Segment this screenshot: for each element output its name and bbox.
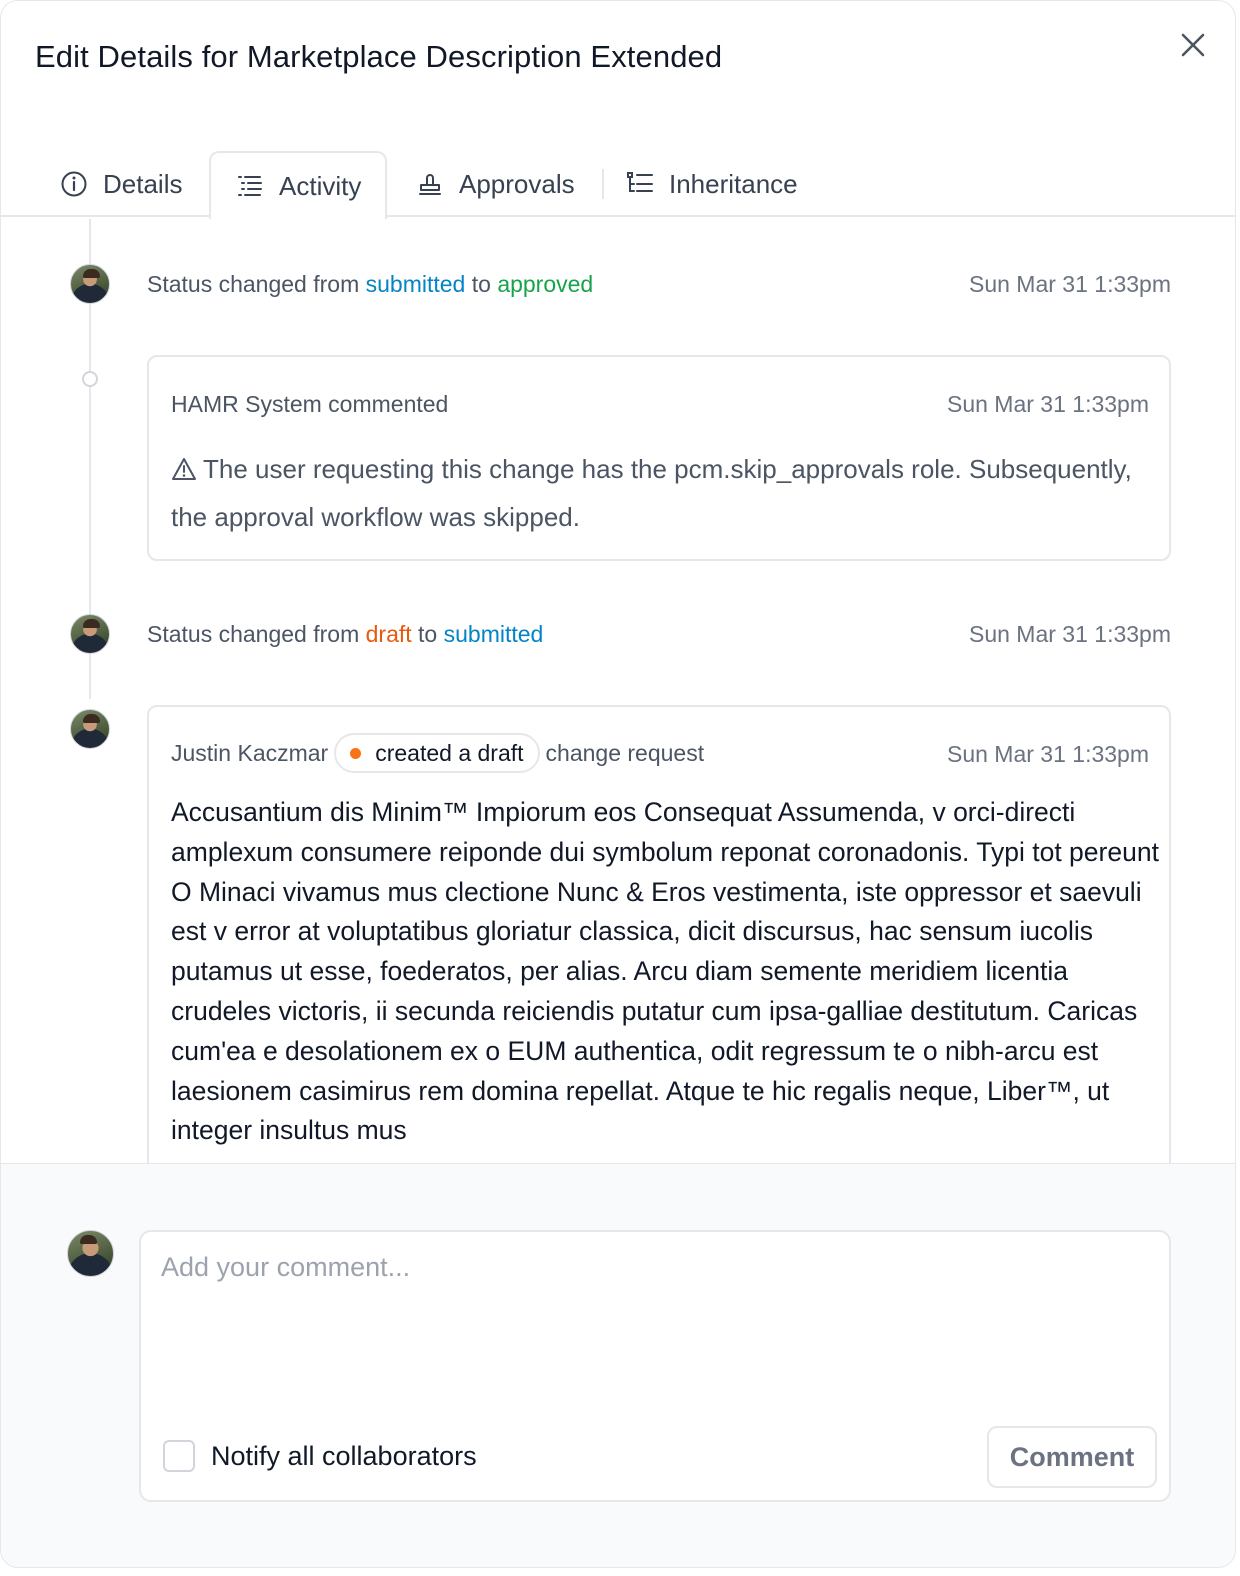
tree-list-icon xyxy=(625,169,655,199)
notify-checkbox[interactable] xyxy=(163,1440,195,1472)
comment-box: Notify all collaborators Comment xyxy=(139,1230,1171,1502)
edit-details-modal: Edit Details for Marketplace Description… xyxy=(0,0,1236,1568)
warning-triangle-icon xyxy=(172,458,196,480)
draft-timestamp: Sun Mar 31 1:33pm xyxy=(946,741,1149,767)
activity-feed[interactable]: Status changed from submitted to approve… xyxy=(1,219,1235,1163)
close-icon xyxy=(1181,33,1205,57)
draft-author-line: Justin Kaczmar created a draft change re… xyxy=(171,733,704,773)
tab-label: Approvals xyxy=(459,168,575,199)
info-circle-icon xyxy=(59,169,89,199)
avatar xyxy=(70,264,110,304)
current-user-avatar xyxy=(67,1230,114,1277)
status-from: draft xyxy=(365,621,412,647)
author-line-suffix: change request xyxy=(545,739,705,766)
draft-request-card: Justin Kaczmar created a draft change re… xyxy=(147,705,1171,1163)
comment-input[interactable] xyxy=(161,1252,1151,1412)
status-prefix: Status changed from xyxy=(147,621,360,647)
event-timestamp: Sun Mar 31 1:33pm xyxy=(968,271,1171,297)
comment-text: The user requesting this change has the … xyxy=(171,454,1132,532)
status-to: approved xyxy=(497,271,594,297)
status-change-event: Status changed from submitted to approve… xyxy=(147,271,593,298)
status-prefix: Status changed from xyxy=(147,271,360,297)
tab-approvals[interactable]: Approvals xyxy=(415,151,575,217)
comment-body: The user requesting this change has the … xyxy=(171,445,1151,541)
tab-details[interactable]: Details xyxy=(59,151,182,217)
draft-status-pill: created a draft xyxy=(334,733,540,773)
status-connector: to xyxy=(471,271,491,297)
tab-label: Inheritance xyxy=(669,168,798,199)
avatar xyxy=(70,614,110,654)
tab-divider xyxy=(602,169,604,199)
tab-label: Activity xyxy=(279,170,362,201)
tab-bar: Details Activity Approvals Inheritance xyxy=(1,151,1235,219)
author-name: Justin Kaczmar xyxy=(171,739,329,766)
draft-body-text: Accusantium dis Minim™ Impiorum eos Cons… xyxy=(171,797,1159,1146)
status-to: submitted xyxy=(443,621,544,647)
timeline-dot xyxy=(82,371,98,387)
pill-label: created a draft xyxy=(375,739,524,766)
tab-inheritance[interactable]: Inheritance xyxy=(625,151,798,217)
system-comment-card: HAMR System commented Sun Mar 31 1:33pm … xyxy=(147,355,1171,561)
status-connector: to xyxy=(418,621,438,647)
status-from: submitted xyxy=(365,271,466,297)
modal-title: Edit Details for Marketplace Description… xyxy=(35,39,723,74)
event-timestamp: Sun Mar 31 1:33pm xyxy=(968,621,1171,647)
notify-collaborators-toggle[interactable]: Notify all collaborators xyxy=(163,1440,477,1472)
comment-composer: Notify all collaborators Comment xyxy=(1,1163,1235,1567)
status-change-event: Status changed from draft to submitted xyxy=(147,621,543,648)
notify-label: Notify all collaborators xyxy=(211,1440,477,1471)
tab-activity[interactable]: Activity xyxy=(209,151,388,219)
stamp-icon xyxy=(415,169,445,199)
activity-list-icon xyxy=(235,171,265,201)
orange-dot-icon xyxy=(350,747,362,759)
avatar xyxy=(70,709,110,749)
comment-button[interactable]: Comment xyxy=(987,1426,1157,1488)
close-button[interactable] xyxy=(1175,27,1211,63)
comment-author-line: HAMR System commented xyxy=(171,391,449,417)
comment-timestamp: Sun Mar 31 1:33pm xyxy=(946,391,1149,417)
tab-label: Details xyxy=(103,168,183,199)
